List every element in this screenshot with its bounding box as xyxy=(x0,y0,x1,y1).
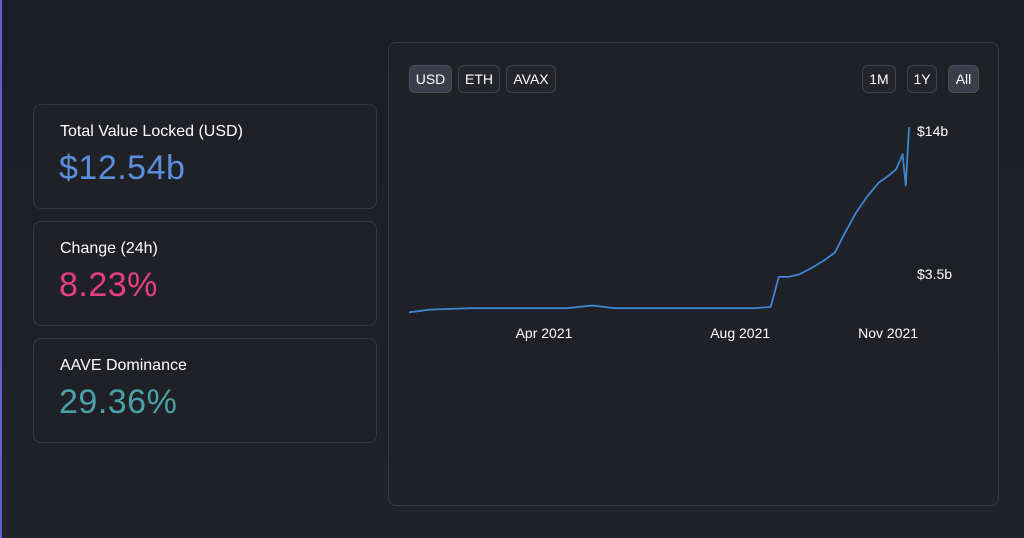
stat-label-change: Change (24h) xyxy=(60,240,158,257)
left-edge-accent xyxy=(0,0,2,538)
page: Total Value Locked (USD) $12.54b Change … xyxy=(0,0,1024,538)
y-tick-label: $3.5b xyxy=(917,266,952,282)
x-axis-ticks: Apr 2021 Aug 2021 Nov 2021 xyxy=(516,325,919,341)
stat-label-tvl: Total Value Locked (USD) xyxy=(60,123,243,140)
stat-card-dominance: AAVE Dominance 29.36% xyxy=(33,338,377,443)
currency-button-eth[interactable]: ETH xyxy=(458,65,500,93)
y-tick-label: $14b xyxy=(917,123,948,139)
chart-panel: USD ETH AVAX 1M 1Y All Apr 2021 Aug 2021 N… xyxy=(388,42,999,506)
stat-value-tvl: $12.54b xyxy=(59,149,186,187)
range-button-all[interactable]: All xyxy=(948,65,979,93)
x-tick-label: Nov 2021 xyxy=(858,325,918,341)
stat-card-tvl: Total Value Locked (USD) $12.54b xyxy=(33,104,377,209)
x-tick-label: Apr 2021 xyxy=(516,325,573,341)
tvl-line-chart: Apr 2021 Aug 2021 Nov 2021 $14b $3.5b xyxy=(408,123,952,341)
currency-button-usd[interactable]: USD xyxy=(409,65,452,93)
stat-label-dominance: AAVE Dominance xyxy=(60,357,187,374)
range-button-1y[interactable]: 1Y xyxy=(907,65,937,93)
x-tick-label: Aug 2021 xyxy=(710,325,770,341)
range-button-1m[interactable]: 1M xyxy=(862,65,896,93)
stat-card-change: Change (24h) 8.23% xyxy=(33,221,377,326)
stat-value-dominance: 29.36% xyxy=(59,383,178,421)
stat-value-change: 8.23% xyxy=(59,266,158,304)
y-axis-ticks: $14b $3.5b xyxy=(917,123,952,282)
chart-series-line xyxy=(408,127,910,314)
currency-button-avax[interactable]: AVAX xyxy=(506,65,556,93)
